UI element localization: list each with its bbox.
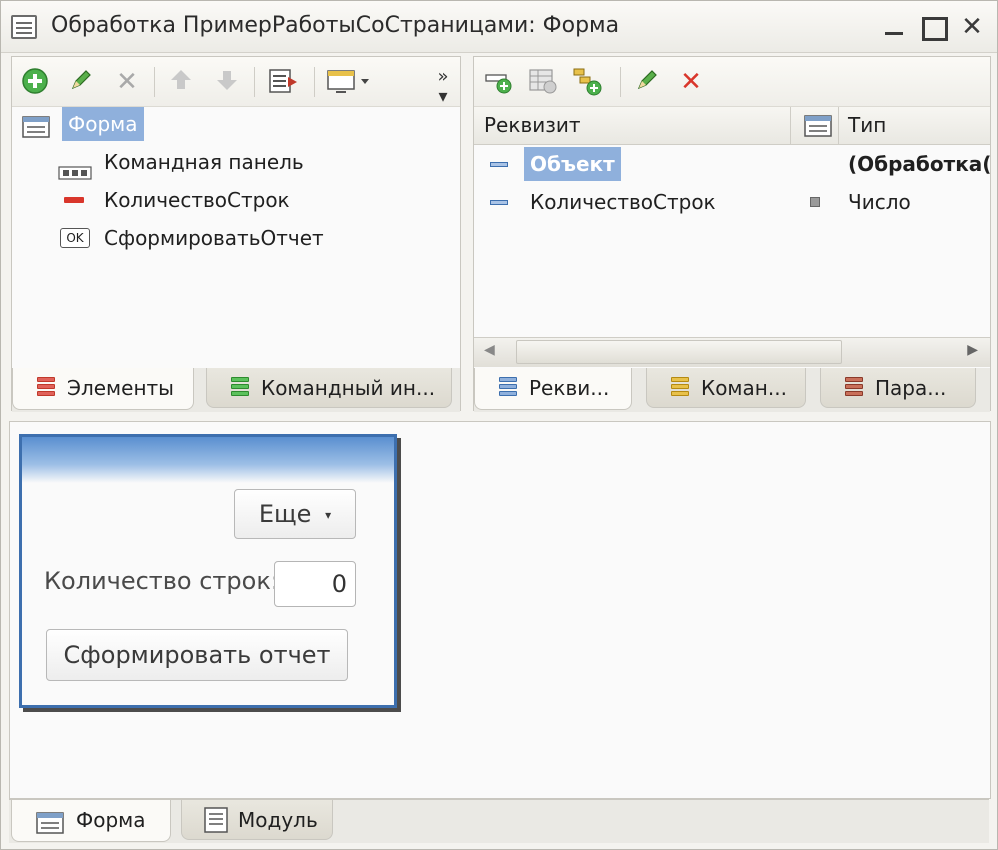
delete-icon[interactable]: ✕ [112, 67, 142, 97]
preview-title-bar [22, 437, 394, 483]
toolbar-separator [154, 67, 155, 97]
delete-icon[interactable]: ✕ [676, 67, 706, 97]
scroll-right-icon[interactable]: ▶ [967, 342, 978, 358]
module-icon [204, 807, 228, 839]
elements-panel: ✕ » ▾ Форма Командная панель КоличествоС… [11, 56, 461, 412]
stack-icon [845, 377, 863, 399]
field-icon [64, 197, 84, 203]
more-icon[interactable]: » ▾ [430, 67, 456, 107]
stack-icon [231, 377, 249, 399]
add-column-icon[interactable] [572, 67, 602, 97]
button-ok-icon: OK [60, 228, 90, 248]
stack-icon [37, 377, 55, 399]
tree-root-label: Форма [62, 107, 144, 141]
form-icon [36, 808, 64, 841]
scroll-left-icon[interactable]: ◀ [484, 342, 495, 358]
attribute-type: Число [848, 190, 911, 214]
attribute-icon [490, 200, 508, 205]
column-divider [790, 107, 791, 145]
attributes-tabbar: Рекви... Коман... Пара... [474, 368, 990, 412]
move-up-icon[interactable] [166, 67, 196, 97]
column-divider [838, 107, 839, 145]
form-icon [22, 114, 50, 148]
bottom-tabbar: Форма Модуль [9, 799, 989, 843]
attributes-header: Реквизит Тип [474, 107, 990, 145]
table-icon [804, 115, 832, 141]
tab-command-interface[interactable]: Командный ин... [206, 368, 452, 408]
horizontal-scrollbar[interactable]: ◀ ▶ [474, 337, 990, 367]
tab-elements[interactable]: Элементы [12, 368, 194, 410]
tab-form[interactable]: Форма [11, 800, 171, 842]
elements-toolbar: ✕ » ▾ [12, 57, 460, 107]
number-type-icon [810, 197, 820, 207]
scroll-thumb[interactable] [516, 340, 842, 364]
attributes-panel: ✕ Реквизит Тип Объект (Обработка( Количе… [473, 56, 992, 412]
tree-item-label: СформироватьОтчет [104, 226, 324, 250]
maximize-button[interactable] [915, 11, 949, 43]
column-header-type[interactable]: Тип [848, 113, 886, 137]
attributes-toolbar: ✕ [474, 57, 990, 107]
toolbar-separator [254, 67, 255, 97]
stack-icon [671, 377, 689, 399]
attribute-name: КоличествоСтрок [530, 190, 716, 214]
edit-icon[interactable] [66, 67, 96, 97]
stack-icon [499, 377, 517, 399]
attribute-row-object[interactable]: Объект (Обработка( [474, 147, 992, 181]
minimize-button[interactable] [877, 11, 911, 43]
chevron-down-icon: ▾ [325, 508, 332, 522]
attribute-row-row-count[interactable]: КоличествоСтрок Число [474, 185, 990, 219]
add-icon[interactable] [20, 67, 50, 97]
more-button[interactable]: Еще ▾ [234, 489, 356, 539]
command-icon[interactable] [268, 67, 298, 97]
tab-module[interactable]: Модуль [181, 800, 333, 840]
tab-parameters[interactable]: Пара... [820, 368, 976, 408]
attribute-type: (Обработка( [848, 152, 992, 176]
add-attribute-icon[interactable] [484, 67, 514, 97]
display-mode-icon[interactable] [326, 67, 376, 97]
edit-icon[interactable] [632, 67, 662, 97]
title-bar: Обработка ПримерРаботыСоСтраницами: Форм… [1, 1, 997, 53]
form-preview: Еще ▾ Количество строк: 0 Сформировать о… [19, 434, 397, 708]
row-count-input[interactable]: 0 [274, 561, 356, 607]
attribute-name: Объект [524, 147, 621, 181]
tab-commands[interactable]: Коман... [646, 368, 806, 408]
toolbar-separator [314, 67, 315, 97]
tree-item-label: Командная панель [104, 150, 304, 174]
designer-window: Обработка ПримерРаботыСоСтраницами: Форм… [0, 0, 998, 850]
generate-report-button[interactable]: Сформировать отчет [46, 629, 348, 681]
row-count-label: Количество строк: [44, 567, 279, 595]
elements-tabbar: Элементы Командный ин... [12, 368, 460, 412]
tree-item-label: КоличествоСтрок [104, 188, 290, 212]
column-header-attribute[interactable]: Реквизит [484, 113, 581, 137]
close-button[interactable]: ✕ [955, 11, 989, 43]
form-icon [11, 15, 37, 39]
toolbar-separator [620, 67, 621, 97]
tab-attributes[interactable]: Рекви... [474, 368, 632, 410]
window-title: Обработка ПримерРаботыСоСтраницами: Форм… [51, 13, 620, 38]
attribute-icon [490, 162, 508, 167]
add-table-icon[interactable] [528, 67, 558, 97]
command-panel-icon [58, 156, 92, 190]
move-down-icon[interactable] [212, 67, 242, 97]
